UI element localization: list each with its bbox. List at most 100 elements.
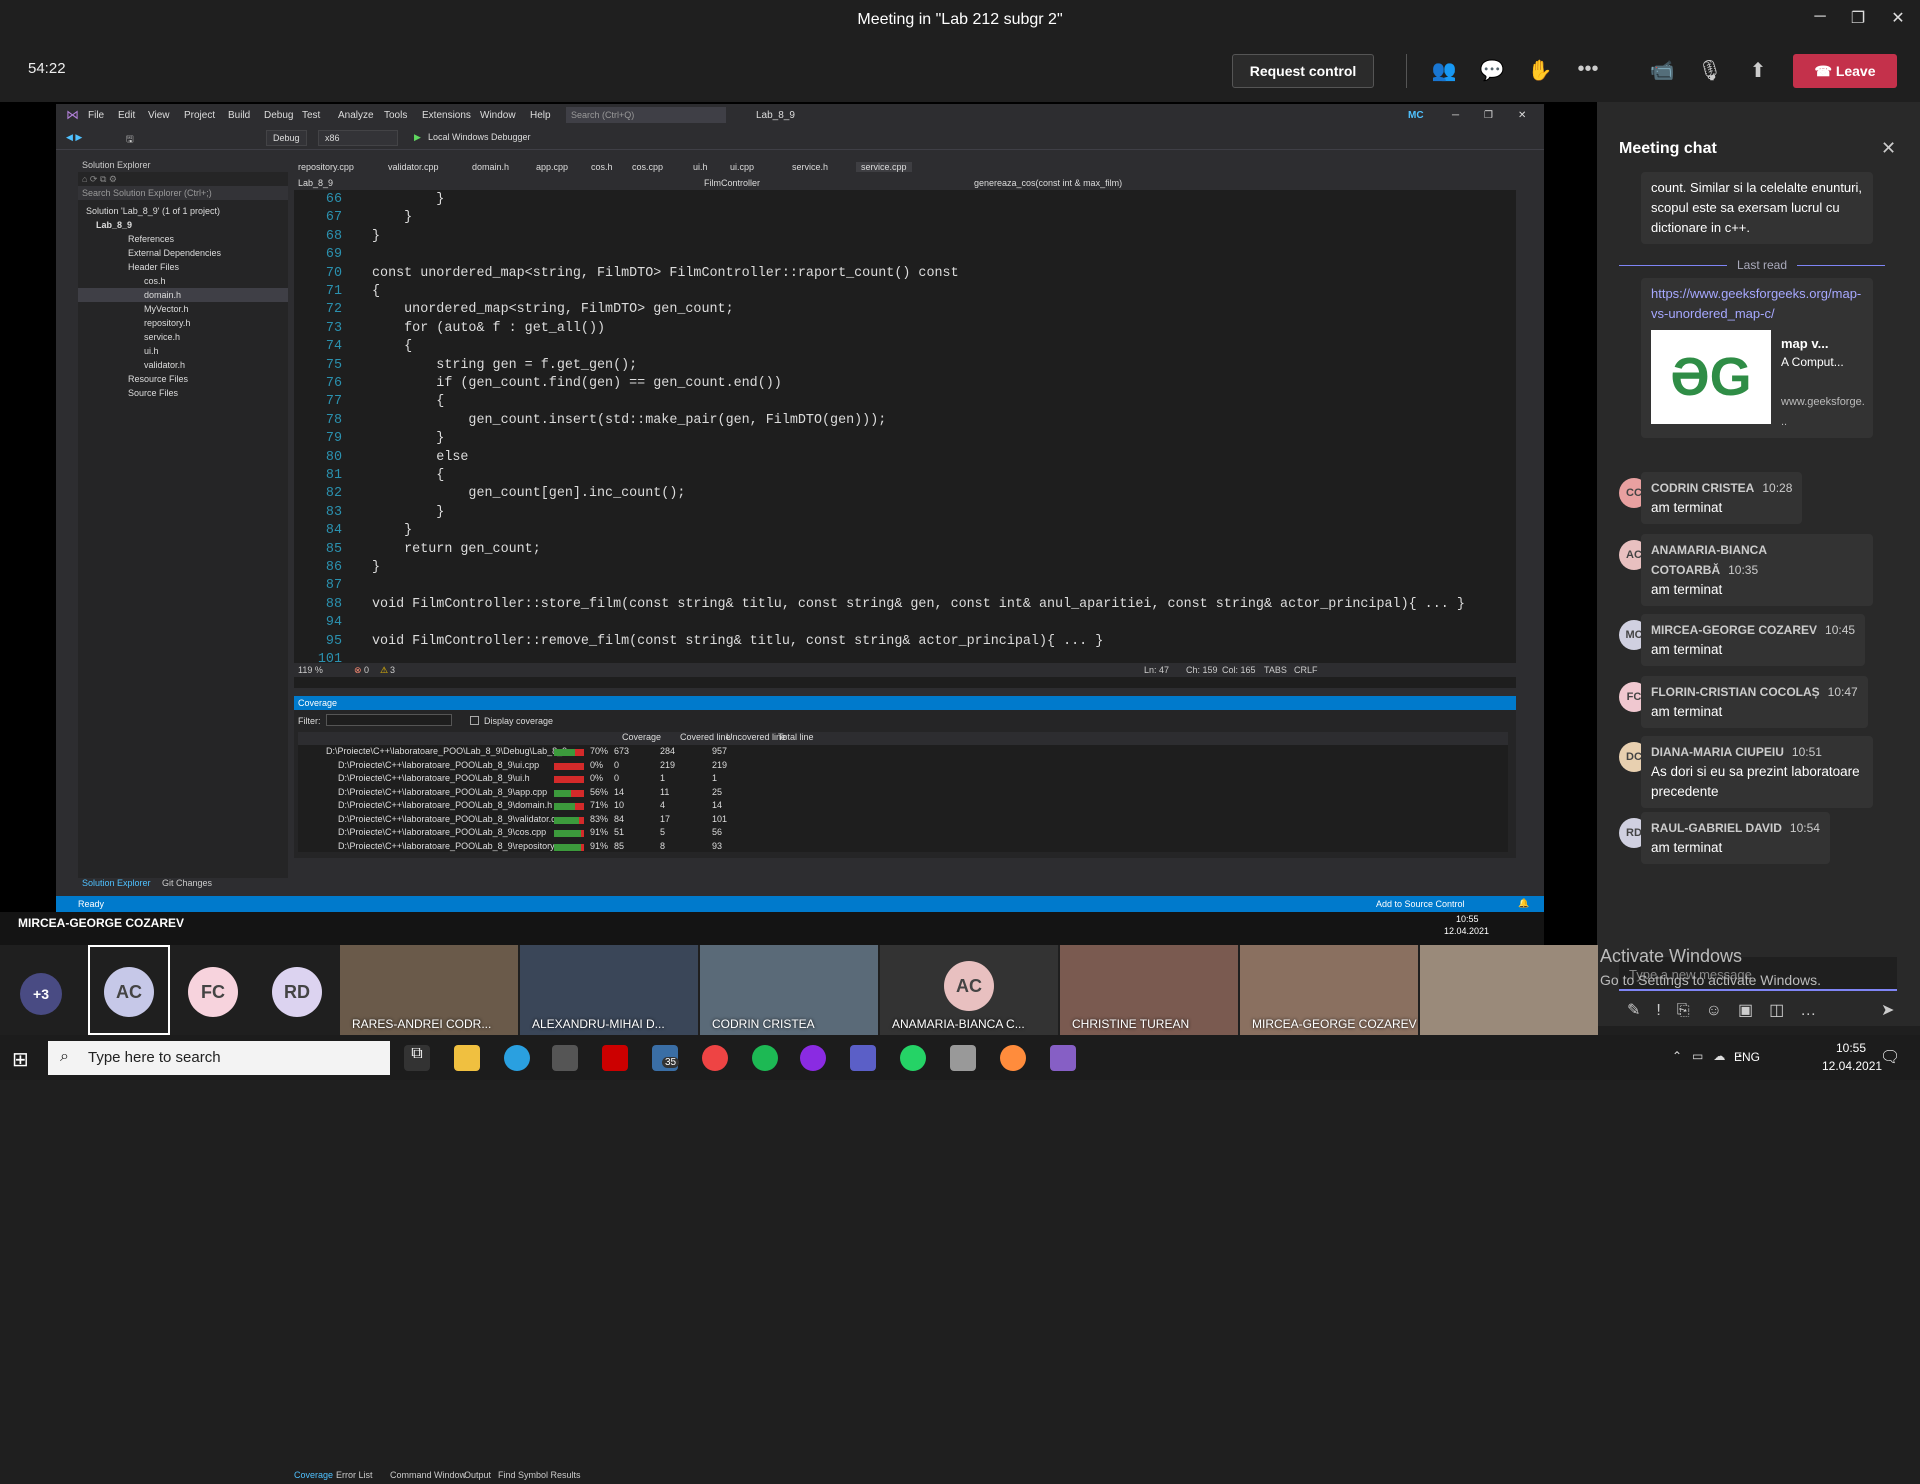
- share-screen-icon[interactable]: ⬆: [1744, 58, 1772, 86]
- participant-avatar[interactable]: AC: [104, 967, 154, 1017]
- tree-file[interactable]: service.h: [78, 330, 288, 344]
- video-tile[interactable]: CHRISTINE TUREAN: [1060, 945, 1238, 1035]
- tree-resource-files[interactable]: Resource Files: [78, 372, 288, 386]
- menu-help[interactable]: Help: [530, 110, 551, 121]
- code-line[interactable]: 85 return gen_count;: [294, 542, 1516, 560]
- code-text[interactable]: {: [372, 284, 380, 299]
- code-line[interactable]: 70 const unordered_map<string, FilmDTO> F…: [294, 266, 1516, 284]
- tree-file[interactable]: repository.h: [78, 316, 288, 330]
- source-control-button[interactable]: Add to Source Control: [1376, 899, 1465, 909]
- clock-time[interactable]: 10:55: [1836, 1041, 1866, 1055]
- col-header[interactable]: Coverage: [622, 732, 661, 742]
- camera-icon[interactable]: 📹: [1648, 58, 1676, 86]
- tab-file[interactable]: cos.cpp: [632, 162, 663, 172]
- coverage-row[interactable]: D:\Proiecte\C++\laboratoare_POO\Lab_8_9\…: [298, 773, 1508, 786]
- coverage-row[interactable]: D:\Proiecte\C++\laboratoare_POO\Lab_8_9\…: [298, 760, 1508, 773]
- code-text[interactable]: {: [372, 394, 444, 409]
- code-line[interactable]: 95 void FilmController::remove_film(const…: [294, 634, 1516, 652]
- menu-extensions[interactable]: Extensions: [422, 110, 471, 121]
- link-preview-image[interactable]: ƏG: [1651, 330, 1771, 424]
- code-text[interactable]: string gen = f.get_gen();: [372, 358, 637, 373]
- code-line[interactable]: 74 {: [294, 339, 1516, 357]
- tree-file[interactable]: MyVector.h: [78, 302, 288, 316]
- close-icon[interactable]: ✕: [1886, 8, 1910, 32]
- code-line[interactable]: 83 }: [294, 505, 1516, 523]
- warning-count[interactable]: 3: [390, 665, 395, 675]
- tab-file[interactable]: domain.h: [472, 162, 509, 172]
- notification-icon[interactable]: 🔔: [1518, 898, 1529, 909]
- code-text[interactable]: }: [372, 523, 412, 538]
- chat-close-icon[interactable]: ✕: [1881, 138, 1896, 159]
- tab-command-window[interactable]: Command Window: [390, 1470, 466, 1480]
- tree-file[interactable]: cos.h: [78, 274, 288, 288]
- whatsapp-icon[interactable]: [900, 1045, 926, 1071]
- code-line[interactable]: 81 {: [294, 468, 1516, 486]
- mail-icon[interactable]: 35: [652, 1045, 680, 1071]
- tree-file-selected[interactable]: domain.h: [78, 288, 288, 302]
- tab-git-changes[interactable]: Git Changes: [162, 878, 212, 888]
- tab-file[interactable]: ui.cpp: [730, 162, 754, 172]
- tab-output[interactable]: Output: [464, 1470, 491, 1480]
- file-explorer-icon[interactable]: [454, 1045, 480, 1071]
- code-line[interactable]: 80 else: [294, 450, 1516, 468]
- video-tile[interactable]: MIRCEA-GEORGE COZAREV: [1240, 945, 1418, 1035]
- code-line[interactable]: 94: [294, 615, 1516, 633]
- code-text[interactable]: {: [372, 339, 412, 354]
- vs-maximize-icon[interactable]: ❐: [1484, 110, 1493, 121]
- code-text[interactable]: }: [372, 192, 444, 207]
- code-line[interactable]: 86}: [294, 560, 1516, 578]
- code-text[interactable]: }: [372, 431, 444, 446]
- more-options-icon[interactable]: •••: [1574, 58, 1602, 86]
- code-line[interactable]: 72 unordered_map<string, FilmDTO> gen_co…: [294, 302, 1516, 320]
- notification-center-icon[interactable]: 🗨: [1880, 1047, 1900, 1067]
- tree-file[interactable]: validator.h: [78, 358, 288, 372]
- code-line[interactable]: 66 }: [294, 192, 1516, 210]
- code-text[interactable]: }: [372, 229, 380, 244]
- menu-build[interactable]: Build: [228, 110, 250, 121]
- coverage-row[interactable]: D:\Proiecte\C++\laboratoare_POO\Lab_8_9\…: [298, 800, 1508, 813]
- config-select[interactable]: Debug: [266, 130, 307, 146]
- coverage-row[interactable]: D:\Proiecte\C++\laboratoare_POO\Lab_8_9\…: [298, 746, 1508, 759]
- tree-project[interactable]: Lab_8_9: [78, 218, 288, 232]
- code-line[interactable]: 68}: [294, 229, 1516, 247]
- save-icon[interactable]: 🖫: [126, 132, 134, 148]
- tab-file[interactable]: cos.h: [591, 162, 613, 172]
- more-participants[interactable]: +3: [20, 973, 62, 1015]
- nav-class[interactable]: FilmController: [704, 178, 760, 188]
- code-line[interactable]: 76 if (gen_count.find(gen) == gen_count.…: [294, 376, 1516, 394]
- nav-project[interactable]: Lab_8_9: [298, 178, 333, 188]
- spotify-icon[interactable]: [752, 1045, 778, 1071]
- video-tile[interactable]: ALEXANDRU-MIHAI D...: [520, 945, 698, 1035]
- user-badge[interactable]: MC: [1408, 110, 1424, 121]
- tree-references[interactable]: References: [78, 232, 288, 246]
- menu-window[interactable]: Window: [480, 110, 516, 121]
- coverage-row[interactable]: D:\Proiecte\C++\laboratoare_POO\Lab_8_9\…: [298, 827, 1508, 840]
- video-tile[interactable]: [1420, 945, 1598, 1035]
- menu-test[interactable]: Test: [302, 110, 320, 121]
- minimize-icon[interactable]: ─: [1808, 8, 1832, 32]
- vs-minimize-icon[interactable]: ─: [1452, 110, 1459, 121]
- debugger-button[interactable]: Local Windows Debugger: [428, 132, 531, 142]
- language-indicator[interactable]: ENG: [1734, 1050, 1760, 1064]
- tab-file[interactable]: ui.h: [693, 162, 708, 172]
- col-header[interactable]: Covered line: [680, 732, 731, 742]
- podcast-icon[interactable]: [800, 1045, 826, 1071]
- coverage-row[interactable]: D:\Proiecte\C++\laboratoare_POO\Lab_8_9\…: [298, 814, 1508, 827]
- platform-select[interactable]: x86: [318, 130, 398, 146]
- code-line[interactable]: 75 string gen = f.get_gen();: [294, 358, 1516, 376]
- tab-file[interactable]: service.h: [792, 162, 828, 172]
- code-text[interactable]: {: [372, 468, 444, 483]
- store-icon[interactable]: [552, 1045, 578, 1071]
- taskbar-search-input[interactable]: Type here to search: [48, 1041, 390, 1075]
- code-line[interactable]: 82 gen_count[gen].inc_count();: [294, 486, 1516, 504]
- code-text[interactable]: const unordered_map<string, FilmDTO> Fil…: [372, 266, 959, 281]
- video-tile[interactable]: AC ANAMARIA-BIANCA C...: [880, 945, 1058, 1035]
- tab-solution-explorer[interactable]: Solution Explorer: [82, 878, 151, 888]
- video-tile[interactable]: CODRIN CRISTEA: [700, 945, 878, 1035]
- solution-search-input[interactable]: Search Solution Explorer (Ctrl+;): [78, 186, 288, 200]
- tab-error-list[interactable]: Error List: [336, 1470, 373, 1480]
- menu-analyze[interactable]: Analyze: [338, 110, 374, 121]
- play-icon[interactable]: ▶: [414, 132, 421, 143]
- col-header[interactable]: Total line: [778, 732, 814, 742]
- code-text[interactable]: void FilmController::store_film(const st…: [372, 597, 1465, 612]
